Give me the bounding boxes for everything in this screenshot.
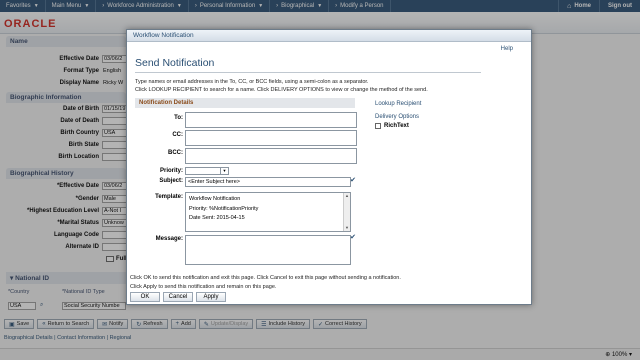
spell-check-icon[interactable]: ✔ (349, 234, 357, 242)
heading-divider (135, 72, 481, 73)
cancel-button[interactable]: Cancel (163, 292, 193, 302)
lookup-recipient-link[interactable]: Lookup Recipient (375, 101, 421, 107)
priority-label: Priority: (159, 168, 183, 174)
message-label: Message: (155, 236, 183, 242)
help-link[interactable]: Help (501, 46, 513, 52)
richtext-checkbox[interactable] (375, 123, 381, 129)
priority-select[interactable]: ▼ (185, 167, 229, 175)
scroll-up-icon[interactable]: ▲ (344, 193, 350, 199)
apply-button[interactable]: Apply (196, 292, 226, 302)
richtext-option[interactable]: RichText (375, 123, 409, 129)
template-line-2: Priority: %NotificationPriority (189, 205, 259, 212)
dialog-buttons: OK Cancel Apply (130, 292, 226, 302)
template-line-1: Workflow Notification (189, 196, 241, 202)
cc-field[interactable] (185, 130, 357, 146)
to-field[interactable] (185, 112, 357, 128)
chevron-down-icon: ▼ (220, 168, 228, 174)
instruction-line-2: Click LOOKUP RECIPIENT to search for a n… (135, 87, 428, 93)
scroll-down-icon[interactable]: ▼ (344, 225, 350, 231)
message-text-area[interactable] (185, 235, 351, 265)
subject-field[interactable]: <Enter Subject here> (185, 177, 351, 187)
notification-details-header: Notification Details (135, 98, 355, 108)
template-line-3: Date Sent: 2015-04-15 (189, 215, 245, 221)
ok-button[interactable]: OK (130, 292, 160, 302)
spell-check-icon[interactable]: ✔ (349, 177, 357, 185)
dialog-title-bar[interactable]: Workflow Notification (127, 30, 531, 42)
instruction-line-1: Type names or email addresses in the To,… (135, 79, 369, 85)
apply-help-text: Click Apply to send this notification an… (130, 284, 277, 290)
ok-cancel-help-text: Click OK to send this notification and e… (130, 275, 401, 281)
bcc-label: BCC: (168, 150, 183, 156)
workflow-notification-dialog: Workflow Notification Help Send Notifica… (126, 29, 532, 305)
template-text-area[interactable]: Workflow Notification Priority: %Notific… (185, 192, 351, 232)
template-label: Template: (155, 194, 183, 200)
richtext-label: RichText (384, 123, 409, 129)
template-scrollbar[interactable]: ▲ ▼ (343, 193, 350, 231)
subject-label: Subject: (159, 178, 183, 184)
to-label: To: (174, 115, 183, 121)
send-notification-heading: Send Notification (135, 57, 215, 69)
bcc-field[interactable] (185, 148, 357, 164)
cc-label: CC: (172, 132, 183, 138)
delivery-options-link[interactable]: Delivery Options (375, 114, 419, 120)
